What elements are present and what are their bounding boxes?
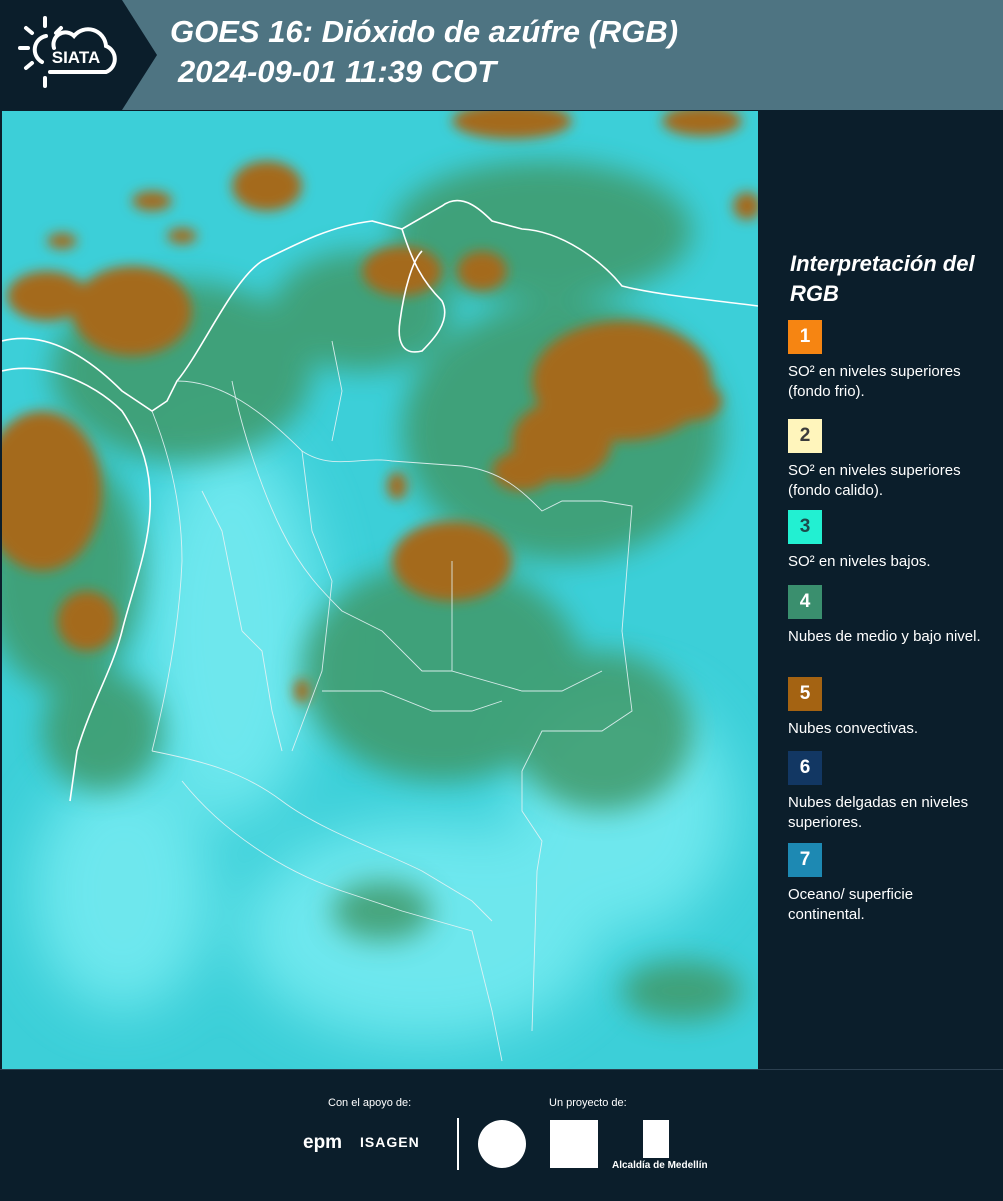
page-title: GOES 16: Dióxido de azúfre (RGB) — [170, 14, 679, 49]
legend-swatch-3: 3 — [788, 510, 822, 544]
legend-item-1: 1 SO² en niveles superiores (fondo frio)… — [788, 320, 988, 402]
legend-item-6: 6 Nubes delgadas en niveles superiores. — [788, 751, 988, 833]
legend-item-2: 2 SO² en niveles superiores (fondo calid… — [788, 419, 988, 501]
alcaldia-label: Alcaldía de Medellín — [612, 1160, 708, 1171]
legend-item-7: 7 Oceano/ superficie continental. — [788, 843, 988, 925]
legend-swatch-6: 6 — [788, 751, 822, 785]
legend-text-7: Oceano/ superficie continental. — [788, 886, 914, 923]
satellite-image — [2, 111, 758, 1069]
satellite-map[interactable] — [2, 111, 758, 1069]
legend-text-6: Nubes delgadas en niveles superiores. — [788, 794, 969, 831]
svg-text:SIATA: SIATA — [52, 48, 100, 67]
medellin-seal-icon — [478, 1120, 526, 1168]
epm-logo: epm — [303, 1132, 343, 1153]
page-timestamp: 2024-09-01 11:39 COT — [178, 54, 497, 89]
legend-panel: Interpretación del RGB 1 SO² en niveles … — [760, 111, 1003, 1069]
legend-swatch-4: 4 — [788, 585, 822, 619]
header: SIATA GOES 16: Dióxido de azúfre (RGB) 2… — [0, 0, 1003, 110]
legend-text-4: Nubes de medio y bajo nivel. — [788, 628, 981, 645]
legend-text-5: Nubes convectivas. — [788, 720, 919, 737]
legend-swatch-7: 7 — [788, 843, 822, 877]
legend-text-1: SO² en niveles superiores (fondo frio). — [788, 363, 961, 400]
footer: Con el apoyo de: Un proyecto de: epm ISA… — [0, 1069, 1003, 1201]
legend-swatch-1: 1 — [788, 320, 822, 354]
support-label: Con el apoyo de: — [328, 1097, 412, 1109]
area-metropolitana-logo — [550, 1120, 598, 1168]
isagen-logo: ISAGEN — [360, 1134, 420, 1150]
alcaldia-shield-icon — [643, 1120, 669, 1158]
siata-logo-icon: SIATA — [18, 16, 117, 88]
legend-text-2: SO² en niveles superiores (fondo calido)… — [788, 462, 961, 499]
project-label: Un proyecto de: — [549, 1097, 627, 1109]
legend-item-5: 5 Nubes convectivas. — [788, 677, 988, 739]
legend-text-3: SO² en niveles bajos. — [788, 553, 931, 570]
siata-logo: SIATA — [0, 0, 157, 110]
legend-item-4: 4 Nubes de medio y bajo nivel. — [788, 585, 988, 647]
legend-swatch-2: 2 — [788, 419, 822, 453]
legend-title: Interpretación del RGB — [790, 251, 975, 306]
legend-item-3: 3 SO² en niveles bajos. — [788, 510, 988, 572]
legend-swatch-5: 5 — [788, 677, 822, 711]
footer-divider — [457, 1118, 459, 1170]
